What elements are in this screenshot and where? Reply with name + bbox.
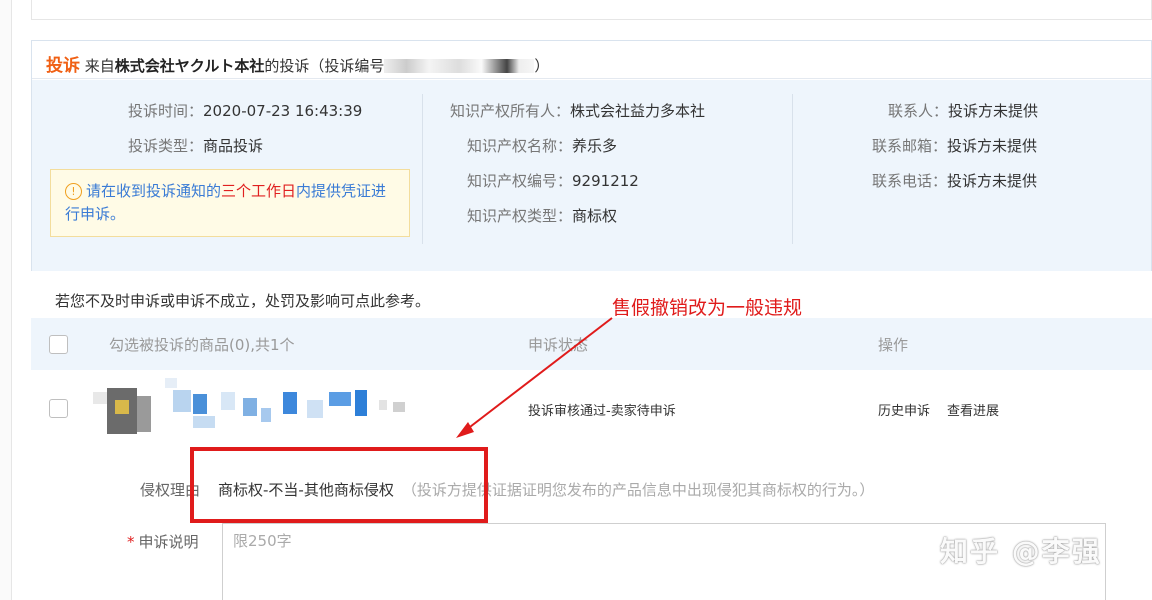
annotation-arrow-icon: [456, 317, 613, 438]
watermark: 知乎 @李强: [940, 535, 1102, 568]
